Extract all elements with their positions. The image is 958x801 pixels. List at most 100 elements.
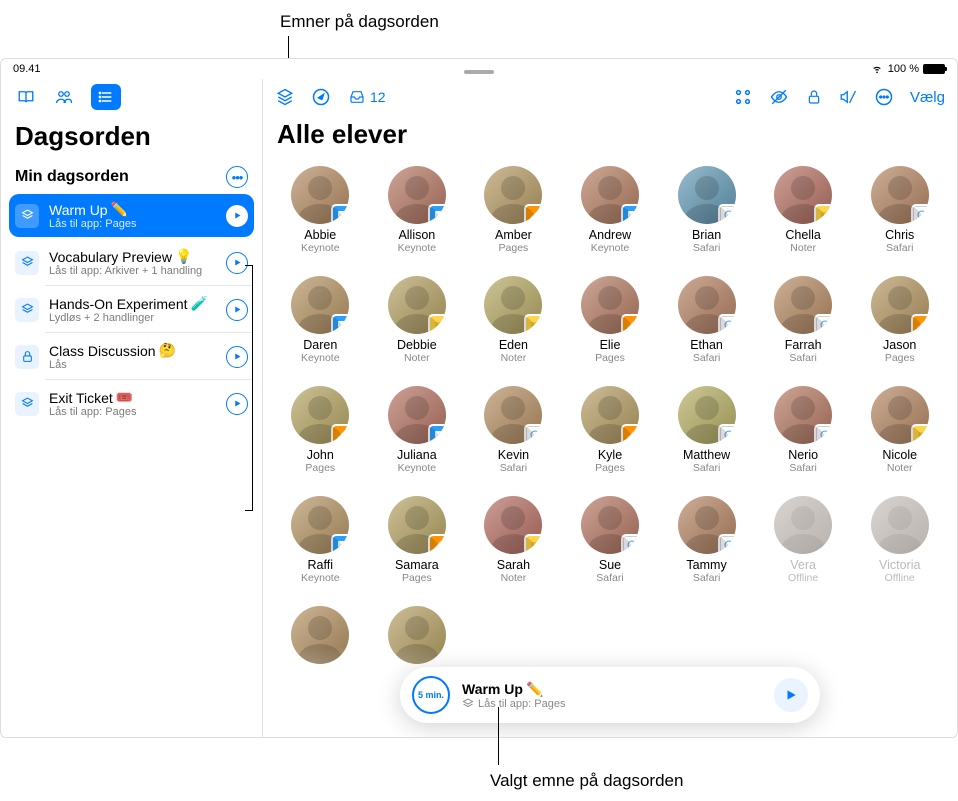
student-app: Noter xyxy=(404,352,430,364)
student-name: Kyle xyxy=(598,448,622,462)
people-icon[interactable] xyxy=(53,87,75,107)
avatar xyxy=(291,166,349,224)
avatar xyxy=(388,276,446,334)
avatar xyxy=(484,276,542,334)
lock-icon[interactable] xyxy=(806,88,822,106)
agenda-item[interactable]: Warm Up ✏️Lås til app: Pages xyxy=(9,194,254,237)
student-app: Safari xyxy=(596,572,623,584)
student-card[interactable]: EdenNoter xyxy=(470,276,557,364)
avatar xyxy=(581,496,639,554)
student-card[interactable] xyxy=(374,606,461,668)
student-card[interactable]: AmberPages xyxy=(470,166,557,254)
student-card[interactable]: JulianaKeynote xyxy=(374,386,461,474)
battery-icon xyxy=(923,64,945,74)
agenda-item-icon xyxy=(15,345,39,369)
avatar xyxy=(581,166,639,224)
inbox-icon[interactable]: 12 xyxy=(347,89,386,105)
avatar xyxy=(678,496,736,554)
student-name: Samara xyxy=(395,558,439,572)
agenda-item-sub: Lås xyxy=(49,359,216,371)
agenda-item[interactable]: Class Discussion 🤔Lås xyxy=(9,335,254,378)
student-app: Offline xyxy=(885,572,915,584)
student-app: Safari xyxy=(500,462,527,474)
student-card[interactable]: AllisonKeynote xyxy=(374,166,461,254)
student-app: Noter xyxy=(790,242,816,254)
student-card[interactable]: NerioSafari xyxy=(760,386,847,474)
app-badge xyxy=(718,534,736,554)
student-card[interactable]: RaffiKeynote xyxy=(277,496,364,584)
student-card[interactable]: SamaraPages xyxy=(374,496,461,584)
more-icon[interactable]: ••• xyxy=(226,166,248,188)
app-badge xyxy=(331,204,349,224)
avatar xyxy=(388,496,446,554)
app-badge xyxy=(524,314,542,334)
student-app: Pages xyxy=(499,242,529,254)
agenda-item[interactable]: Exit Ticket 🎟️Lås til app: Pages xyxy=(9,382,254,425)
student-card[interactable]: KylePages xyxy=(567,386,654,474)
student-name: Andrew xyxy=(589,228,631,242)
student-app: Keynote xyxy=(301,352,340,364)
student-card[interactable]: KevinSafari xyxy=(470,386,557,474)
selected-agenda-card[interactable]: 5 min. Warm Up ✏️ Lås til app: Pages xyxy=(400,667,820,723)
student-card[interactable]: AbbieKeynote xyxy=(277,166,364,254)
student-name: Tammy xyxy=(686,558,726,572)
stack-icon[interactable] xyxy=(275,88,295,106)
student-name: Sarah xyxy=(497,558,530,572)
student-card[interactable]: FarrahSafari xyxy=(760,276,847,364)
student-card[interactable]: TammySafari xyxy=(663,496,750,584)
student-card[interactable]: BrianSafari xyxy=(663,166,750,254)
avatar xyxy=(388,166,446,224)
student-card[interactable]: AndrewKeynote xyxy=(567,166,654,254)
student-card[interactable]: EthanSafari xyxy=(663,276,750,364)
student-app: Safari xyxy=(886,242,913,254)
battery-percent: 100 % xyxy=(888,63,919,75)
student-name: Elie xyxy=(600,338,621,352)
student-name: Victoria xyxy=(879,558,920,572)
callout-line xyxy=(288,36,289,58)
list-icon[interactable] xyxy=(91,84,121,110)
compass-icon[interactable] xyxy=(311,87,331,107)
app-badge xyxy=(814,424,832,444)
student-card[interactable]: NicoleNoter xyxy=(856,386,943,474)
agenda-list: Warm Up ✏️Lås til app: PagesVocabulary P… xyxy=(1,194,262,425)
app-badge xyxy=(428,204,446,224)
agenda-item-sub: Lås til app: Arkiver + 1 handling xyxy=(49,265,216,277)
grid-icon[interactable] xyxy=(734,88,752,106)
student-card[interactable]: SarahNoter xyxy=(470,496,557,584)
select-button[interactable]: Vælg xyxy=(910,89,945,106)
book-icon[interactable] xyxy=(15,87,37,107)
sidebar: Dagsorden Min dagsorden ••• Warm Up ✏️Lå… xyxy=(1,79,263,737)
play-button[interactable] xyxy=(774,678,808,712)
student-card[interactable]: VictoriaOffline xyxy=(856,496,943,584)
student-card[interactable]: ChrisSafari xyxy=(856,166,943,254)
app-badge xyxy=(621,204,639,224)
agenda-play-button[interactable] xyxy=(226,205,248,227)
student-app: Safari xyxy=(789,462,816,474)
student-card[interactable]: DebbieNoter xyxy=(374,276,461,364)
student-name: Nerio xyxy=(788,448,818,462)
ipad-frame: 09.41 100 % Dagsorden Min dagsorden xyxy=(0,58,958,738)
student-card[interactable]: EliePages xyxy=(567,276,654,364)
timer-ring[interactable]: 5 min. xyxy=(412,676,450,714)
inbox-count: 12 xyxy=(370,89,386,105)
more-circle-icon[interactable] xyxy=(874,87,894,107)
student-card[interactable]: JohnPages xyxy=(277,386,364,474)
student-card[interactable]: SueSafari xyxy=(567,496,654,584)
student-app: Keynote xyxy=(301,242,340,254)
student-name: Juliana xyxy=(397,448,437,462)
student-card[interactable]: ChellaNoter xyxy=(760,166,847,254)
student-card[interactable] xyxy=(277,606,364,668)
avatar xyxy=(774,276,832,334)
student-card[interactable]: MatthewSafari xyxy=(663,386,750,474)
eye-off-icon[interactable] xyxy=(768,88,790,106)
student-name: Daren xyxy=(303,338,337,352)
avatar xyxy=(581,386,639,444)
student-card[interactable]: DarenKeynote xyxy=(277,276,364,364)
sidebar-title: Dagsorden xyxy=(1,115,262,162)
agenda-item[interactable]: Hands-On Experiment 🧪Lydløs + 2 handling… xyxy=(9,288,254,331)
mute-icon[interactable] xyxy=(838,88,858,106)
student-card[interactable]: JasonPages xyxy=(856,276,943,364)
agenda-item-sub: Lås til app: Pages xyxy=(49,406,216,418)
student-card[interactable]: VeraOffline xyxy=(760,496,847,584)
agenda-item[interactable]: Vocabulary Preview 💡Lås til app: Arkiver… xyxy=(9,241,254,284)
